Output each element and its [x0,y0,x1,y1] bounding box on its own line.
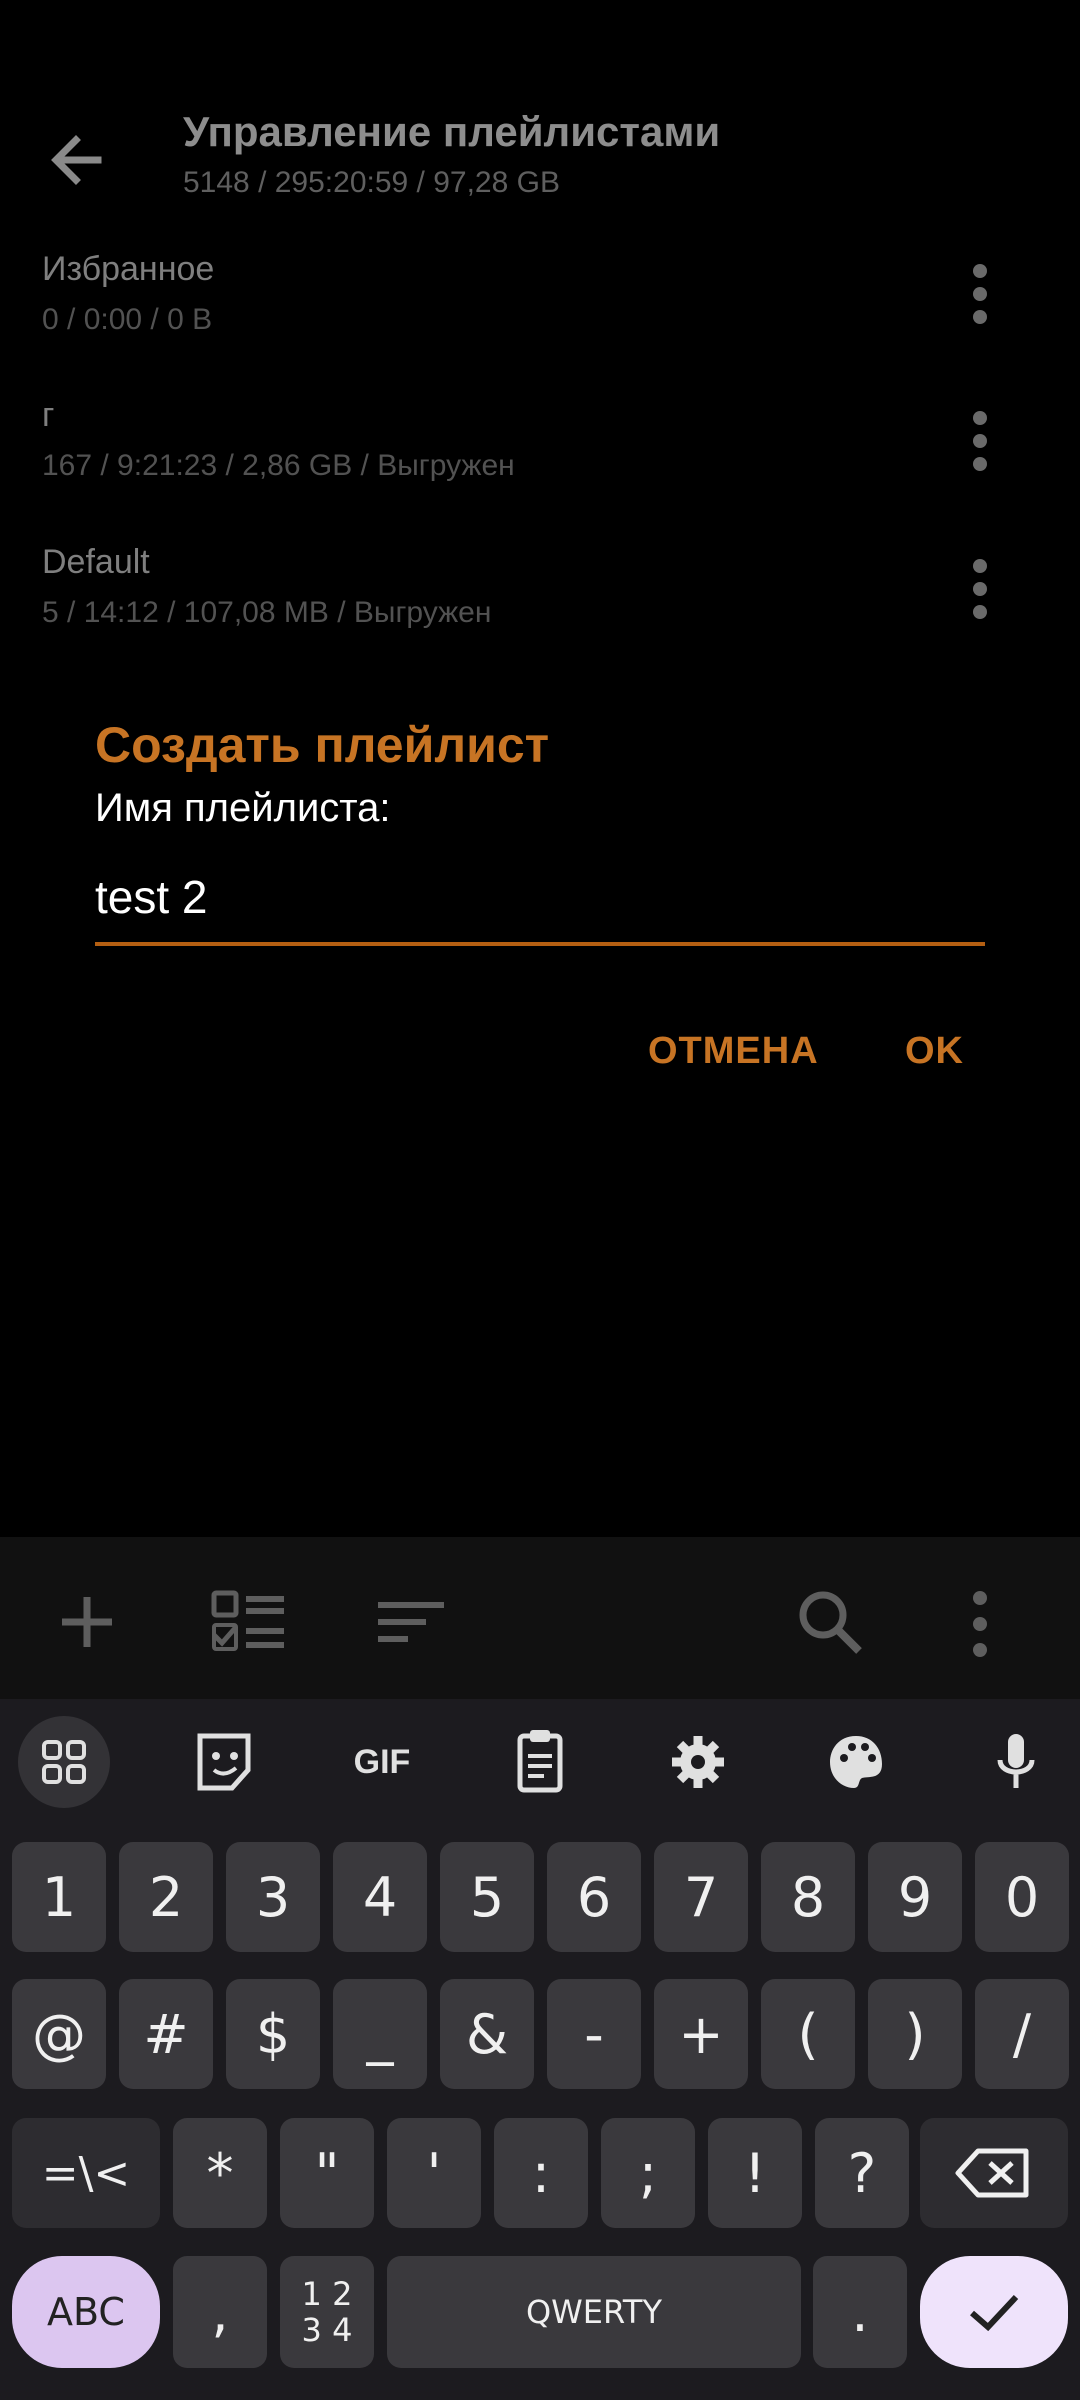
gif-icon[interactable]: GIF [336,1716,428,1808]
key-minus[interactable]: - [547,1979,641,2089]
key-semicolon[interactable]: ; [601,2118,695,2228]
playlist-name: г [42,396,55,434]
playlist-item[interactable]: Default 5 / 14:12 / 107,08 MB / Выгружен [42,543,1002,630]
key-5[interactable]: 5 [440,1842,534,1952]
key-at[interactable]: @ [12,1979,106,2089]
space-key[interactable]: QWERTY [387,2256,801,2368]
palette-icon[interactable] [810,1716,902,1808]
add-icon[interactable] [52,1587,122,1657]
key-1[interactable]: 1 [12,1842,106,1952]
key-asterisk[interactable]: * [173,2118,267,2228]
ok-button[interactable]: OK [905,1030,964,1073]
key-2[interactable]: 2 [119,1842,213,1952]
key-double-quote[interactable]: " [280,2118,374,2228]
playlist-meta: 5 / 14:12 / 107,08 MB / Выгружен [42,596,492,629]
dialog-title: Создать плейлист [95,717,550,773]
check-icon [970,2294,1019,2332]
playlist-name: Избранное [42,250,215,288]
key-dollar[interactable]: $ [226,1979,320,2089]
more-vert-icon[interactable] [965,1587,995,1657]
mic-icon[interactable] [970,1716,1062,1808]
playlist-name-value: test 2 [95,871,208,923]
sort-icon[interactable] [376,1587,446,1657]
key-3[interactable]: 3 [226,1842,320,1952]
apps-grid-icon[interactable] [18,1716,110,1808]
key-period[interactable]: . [813,2256,907,2368]
more-symbols-key[interactable]: =\< [12,2118,160,2228]
key-question[interactable]: ? [815,2118,909,2228]
playlist-more-icon[interactable] [965,255,995,335]
abc-key[interactable]: ABC [12,2256,160,2368]
key-slash[interactable]: / [975,1979,1069,2089]
clipboard-icon[interactable] [494,1716,586,1808]
key-7[interactable]: 7 [654,1842,748,1952]
playlist-item[interactable]: Избранное 0 / 0:00 / 0 B [42,250,1002,337]
key-0[interactable]: 0 [975,1842,1069,1952]
key-9[interactable]: 9 [868,1842,962,1952]
key-plus[interactable]: + [654,1979,748,2089]
playlist-more-icon[interactable] [965,550,995,630]
backspace-icon [955,2148,1029,2198]
search-icon[interactable] [795,1587,865,1657]
playlist-meta: 167 / 9:21:23 / 2,86 GB / Выгружен [42,449,515,482]
key-8[interactable]: 8 [761,1842,855,1952]
key-hash[interactable]: # [119,1979,213,2089]
page-subtitle: 5148 / 295:20:59 / 97,28 GB [183,166,560,199]
key-ampersand[interactable]: & [440,1979,534,2089]
sticker-icon[interactable] [178,1716,270,1808]
numpad-key-top: 1 2 [301,2275,353,2313]
playlist-name: Default [42,543,150,581]
settings-icon[interactable] [652,1716,744,1808]
key-comma[interactable]: , [173,2256,267,2368]
key-4[interactable]: 4 [333,1842,427,1952]
playlist-item[interactable]: г 167 / 9:21:23 / 2,86 GB / Выгружен [42,396,1002,483]
enter-key[interactable] [920,2256,1068,2368]
back-arrow-icon[interactable] [40,120,120,200]
key-exclamation[interactable]: ! [708,2118,802,2228]
playlist-more-icon[interactable] [965,402,995,482]
key-underscore[interactable]: _ [333,1979,427,2089]
key-6[interactable]: 6 [547,1842,641,1952]
key-close-paren[interactable]: ) [868,1979,962,2089]
key-colon[interactable]: : [494,2118,588,2228]
key-open-paren[interactable]: ( [761,1979,855,2089]
checklist-icon[interactable] [210,1587,284,1657]
numpad-key[interactable]: 1 2 3 4 [280,2256,374,2368]
numpad-key-bottom: 3 4 [301,2311,353,2349]
playlist-name-label: Имя плейлиста: [95,786,391,830]
page-title: Управление плейлистами [183,108,721,155]
playlist-meta: 0 / 0:00 / 0 B [42,303,213,336]
cancel-button[interactable]: ОТМЕНА [648,1030,819,1073]
playlist-name-input[interactable]: test 2 [95,870,985,946]
backspace-key[interactable] [920,2118,1068,2228]
key-single-quote[interactable]: ' [387,2118,481,2228]
bottom-toolbar [0,1537,1080,1699]
